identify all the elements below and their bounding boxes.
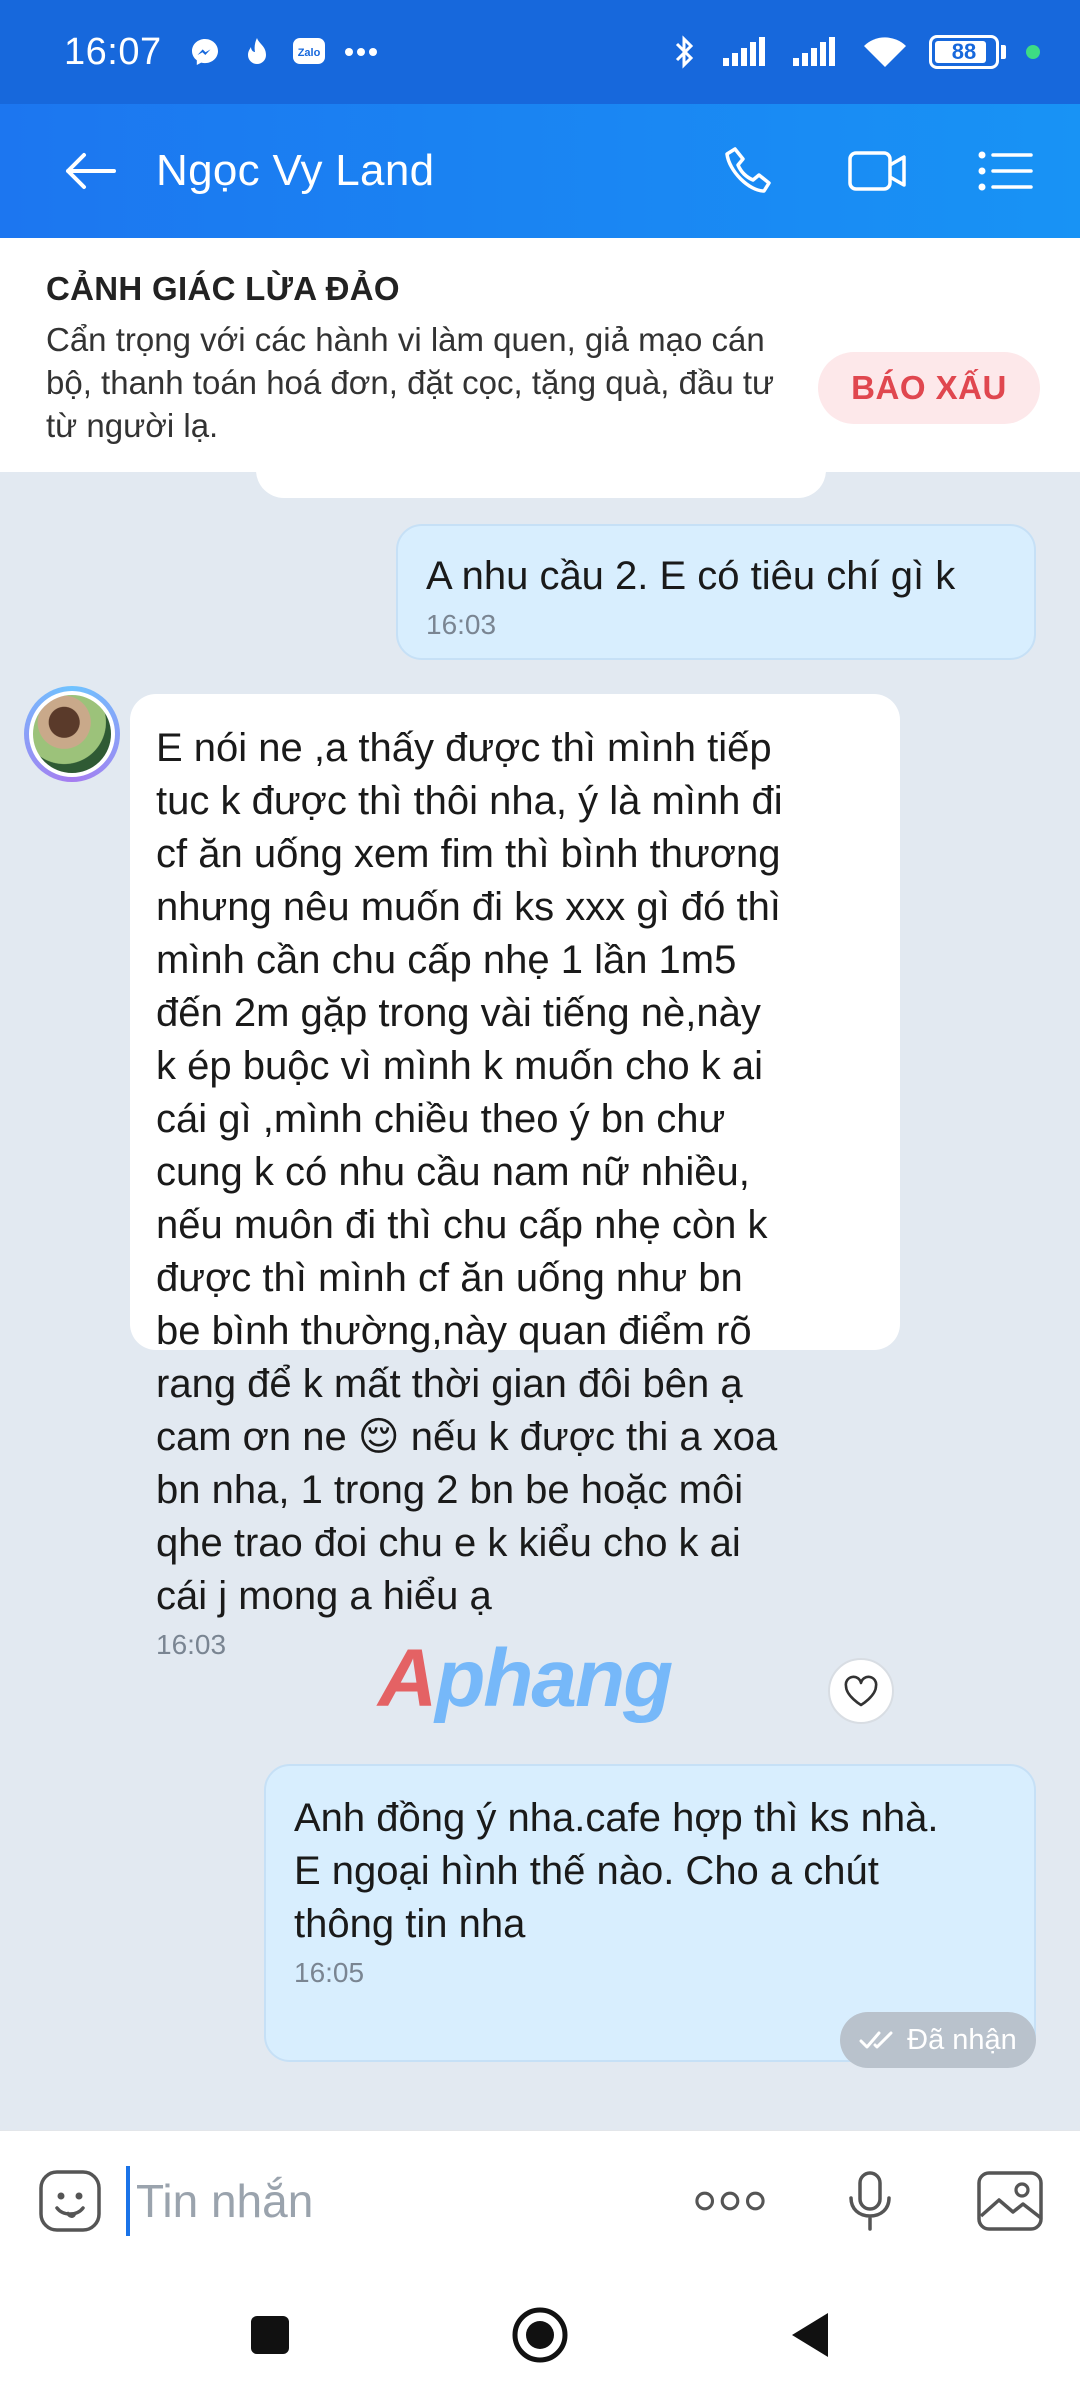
fire-icon — [240, 35, 274, 69]
message-line: cung k có nhu cầu nam nữ nhiều, — [156, 1150, 750, 1194]
message-line: rang để k mất thời gian đôi bên ạ — [156, 1362, 743, 1406]
warning-title: CẢNH GIÁC LỪA ĐẢO — [46, 270, 400, 307]
message-line: nhưng nêu muốn đi ks xxx gì đó thì — [156, 885, 781, 929]
message-line: E nói ne ,a thấy được thì mình tiếp — [156, 726, 772, 770]
status-bar: 16:07 Zalo 88 — [0, 0, 1080, 104]
message-line: nếu muôn đi thì chu cấp nhẹ còn k — [156, 1203, 768, 1247]
microphone-icon — [849, 2170, 891, 2231]
message-input[interactable] — [126, 2165, 646, 2236]
bluetooth-icon — [667, 35, 701, 69]
sticker-button[interactable] — [34, 2165, 106, 2237]
notification-icons: Zalo — [188, 35, 378, 69]
status-time: 16:07 — [64, 30, 162, 73]
privacy-indicator-dot — [1026, 45, 1040, 59]
wifi-icon — [861, 35, 909, 69]
image-gallery-icon — [977, 2170, 1043, 2231]
message-time: 16:05 — [294, 1957, 365, 1988]
message-line: qhe trao đoi chu e k kiểu cho k ai — [156, 1521, 741, 1565]
message-composer — [0, 2130, 1080, 2270]
phone-icon — [725, 147, 771, 193]
outgoing-message[interactable]: A nhu cầu 2. E có tiêu chí gì k 16:03 — [396, 524, 1036, 660]
video-call-button[interactable] — [842, 136, 912, 206]
back-nav-button[interactable] — [775, 2300, 845, 2370]
message-text: A nhu cầu 2. E có tiêu chí gì k — [426, 554, 956, 598]
menu-list-icon — [978, 151, 1033, 191]
system-navigation-bar — [0, 2270, 1080, 2400]
message-line: thông tin nha — [294, 1902, 526, 1946]
chat-area[interactable]: A nhu cầu 2. E có tiêu chí gì k 16:03 E … — [0, 472, 1080, 2130]
contact-name[interactable]: Ngọc Vy Land — [156, 146, 434, 196]
scam-warning-banner: CẢNH GIÁC LỪA ĐẢO Cẩn trọng với các hành… — [0, 238, 1080, 472]
message-time: 16:03 — [426, 609, 497, 640]
voice-message-button[interactable] — [834, 2165, 906, 2237]
square-icon — [251, 2316, 289, 2354]
message-line: k ép buộc vì mình k muốn cho k ai — [156, 1044, 763, 1088]
message-line: cam ơn ne 😌 nếu k được thi a xoa — [156, 1411, 876, 1464]
battery-icon: 88 — [929, 35, 1006, 69]
home-button[interactable] — [505, 2300, 575, 2370]
delivery-status-badge: Đã nhận — [840, 2012, 1036, 2068]
chat-menu-button[interactable] — [970, 136, 1040, 206]
message-line: được thì mình cf ăn uống như bn — [156, 1256, 743, 1300]
message-line: Anh đồng ý nha.cafe hợp thì ks nhà. — [294, 1796, 939, 1840]
message-line: cái j mong a hiểu ạ — [156, 1574, 492, 1618]
svg-text:Zalo: Zalo — [297, 47, 320, 59]
more-dots-icon — [344, 35, 378, 69]
message-line: bn nha, 1 trong 2 bn be hoặc môi — [156, 1468, 744, 1512]
more-options-button[interactable] — [694, 2165, 766, 2237]
signal-icon — [791, 35, 841, 69]
back-button[interactable] — [60, 141, 120, 201]
messenger-icon — [188, 35, 222, 69]
message-line-text: nếu k được thi a xoa — [410, 1415, 778, 1459]
relieved-face-emoji: 😌 — [357, 1415, 400, 1459]
message-line-text: cam ơn ne — [156, 1415, 347, 1459]
system-icons: 88 — [667, 35, 1040, 69]
warning-text: CẢNH GIÁC LỪA ĐẢO Cẩn trọng với các hành… — [46, 270, 786, 472]
chat-header: Ngọc Vy Land — [0, 104, 1080, 238]
battery-level: 88 — [951, 39, 977, 64]
home-circle-icon — [512, 2307, 568, 2363]
heart-icon — [844, 1675, 878, 1707]
header-actions — [714, 136, 1040, 206]
report-button[interactable]: BÁO XẤU — [818, 352, 1040, 424]
send-image-button[interactable] — [974, 2165, 1046, 2237]
more-dots-icon — [695, 2191, 765, 2210]
double-check-icon — [859, 2031, 893, 2049]
signal-icon — [721, 35, 771, 69]
message-line: tuc k được thì thôi nha, ý là mình đi — [156, 779, 783, 823]
zalo-icon: Zalo — [292, 35, 326, 69]
message-line: cái gì ,mình chiều theo ý bn chư — [156, 1097, 726, 1141]
sticker-icon — [39, 2169, 101, 2232]
composer-actions — [694, 2165, 1046, 2237]
message-line: đến 2m gặp trong vài tiếng nè,này — [156, 991, 761, 1035]
message-time: 16:03 — [156, 1629, 227, 1660]
recents-button[interactable] — [235, 2300, 305, 2370]
message-line: E ngoại hình thế nào. Cho a chút — [294, 1849, 879, 1893]
message-line: be bình thường,này quan điểm rõ — [156, 1309, 752, 1353]
react-heart-button[interactable] — [828, 1658, 894, 1724]
previous-message-bubble — [256, 472, 826, 498]
warning-body: Cẩn trọng với các hành vi làm quen, giả … — [46, 321, 775, 444]
back-arrow-icon — [66, 153, 116, 189]
message-line: mình cần chu cấp nhẹ 1 lần 1m5 — [156, 938, 737, 982]
message-line: cf ăn uống xem fim thì bình thương — [156, 832, 781, 876]
video-call-icon — [848, 151, 906, 191]
voice-call-button[interactable] — [714, 136, 784, 206]
incoming-message[interactable]: E nói ne ,a thấy được thì mình tiếp tuc … — [130, 694, 900, 1660]
contact-avatar[interactable] — [24, 686, 120, 782]
back-triangle-icon — [792, 2313, 828, 2357]
delivery-status-text: Đã nhận — [907, 2023, 1017, 2056]
